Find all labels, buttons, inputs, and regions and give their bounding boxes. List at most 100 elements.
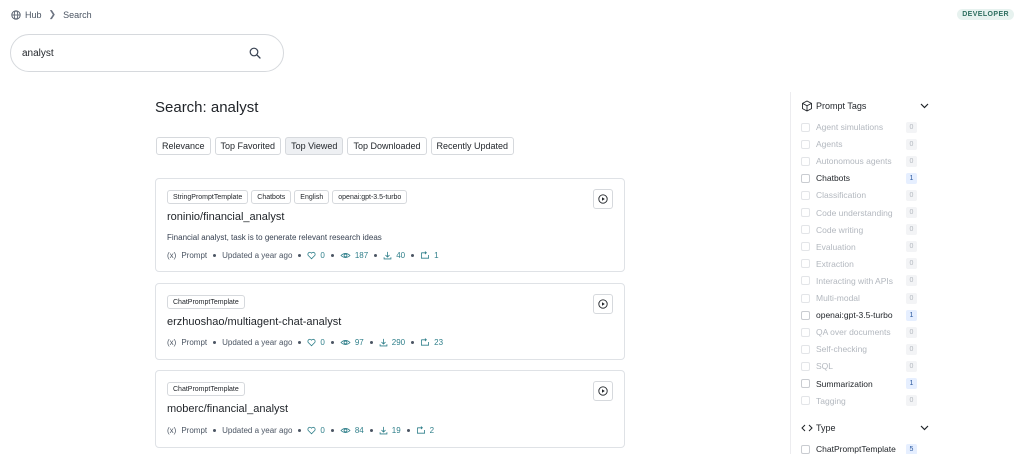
facet-checkbox[interactable] [801,173,810,183]
heart-icon [307,338,316,347]
result-updated: Updated a year ago [222,251,293,260]
likes-count: 0 [320,426,325,435]
tag[interactable]: StringPromptTemplate [167,190,249,204]
search-input[interactable] [22,47,242,59]
open-playground-button[interactable] [593,189,613,209]
sort-tab-top-downloaded[interactable]: Top Downloaded [347,137,427,155]
facet-count: 0 [906,395,917,407]
chevron-down-icon[interactable] [919,422,930,433]
likes-stat[interactable]: 0 [307,251,325,260]
facet-checkbox[interactable] [801,310,810,320]
facet-checkbox[interactable] [801,379,810,388]
facet-label: Multi-modal [816,293,860,303]
facet-label: Agents [816,139,843,150]
result-title[interactable]: roninio/financial_analyst [167,211,284,223]
search-icon[interactable] [249,47,261,59]
tag-list: ChatPromptTemplate [167,382,245,396]
result-title[interactable]: erzhuoshao/multiagent-chat-analyst [167,316,341,328]
tag-facet: Multi-modal 0 [801,292,917,304]
facet-checkbox [801,259,810,269]
likes-stat[interactable]: 0 [307,426,325,435]
tag-facet: Evaluation 0 [801,241,917,253]
tag-facet: Classification 0 [801,189,917,201]
tag-facet: Agent simulations 0 [801,121,917,133]
facet-checkbox [801,396,810,406]
sort-tab-relevance[interactable]: Relevance [156,137,211,155]
tag-facet[interactable]: openai:gpt-3.5-turbo 1 [801,309,917,321]
facet-count: 0 [906,241,917,253]
facet-count: 5 [906,443,917,454]
facet-label: Tagging [816,395,846,406]
tag[interactable]: English [294,190,330,204]
type-facet[interactable]: ChatPromptTemplate 5 [801,443,917,454]
result-card[interactable]: ChatPromptTemplate erzhuoshao/multiagent… [155,283,625,360]
facet-count: 0 [906,292,917,304]
page-title: Search: analyst [155,99,259,116]
facet-checkbox [801,225,810,235]
facet-count: 0 [906,121,917,133]
views-count: 97 [354,338,364,347]
forks-count: 2 [429,426,435,435]
breadcrumb-hub-link[interactable]: Hub [25,10,42,20]
tag[interactable]: Chatbots [251,190,292,204]
facet-count: 0 [906,155,917,167]
prompt-tags-header[interactable]: Prompt Tags [801,100,929,112]
facet-label: QA over documents [816,327,891,338]
facet-label: Classification [816,190,867,201]
sort-tab-top-viewed[interactable]: Top Viewed [285,137,344,155]
result-kind: Prompt [181,251,208,260]
facet-label: Self-checking [816,344,868,355]
downloads-count: 19 [391,426,401,435]
type-header[interactable]: Type [801,422,929,434]
result-card[interactable]: StringPromptTemplate Chatbots English op… [155,178,625,272]
facet-checkbox [801,327,810,337]
result-title[interactable]: moberc/financial_analyst [167,403,288,415]
facet-label: ChatPromptTemplate [816,444,896,454]
downloads-stat: 290 [379,338,405,347]
play-icon [598,386,608,396]
sort-tab-recently-updated[interactable]: Recently Updated [430,137,515,155]
variable-icon: (x) [167,338,177,347]
views-count: 84 [354,426,364,435]
tag-list: ChatPromptTemplate [167,295,245,309]
facet-checkbox [801,276,810,286]
facet-count: 0 [906,275,917,287]
prompt-tags-title: Prompt Tags [816,101,867,111]
chevron-right-icon: ❯ [48,9,57,19]
facet-label: Evaluation [816,241,856,252]
tag-facet[interactable]: Summarization 1 [801,378,917,390]
tag-facet: Code understanding 0 [801,207,917,219]
downloads-count: 290 [391,338,406,347]
facet-count: 0 [906,258,917,270]
breadcrumb: Hub ❯ Search [11,9,92,20]
download-icon [379,338,388,347]
tag-facet[interactable]: Chatbots 1 [801,172,917,184]
variable-icon: (x) [167,426,177,435]
sort-tab-top-favorited[interactable]: Top Favorited [214,137,282,155]
result-meta: (x) Prompt Updated a year ago 0 187 40 1 [167,251,439,260]
open-playground-button[interactable] [593,381,613,401]
breadcrumb-current: Search [63,9,92,20]
open-playground-button[interactable] [593,294,613,314]
top-bar: Hub ❯ Search DEVELOPER [0,0,1024,30]
facet-checkbox[interactable] [801,444,810,454]
likes-stat[interactable]: 0 [307,338,325,347]
tag-facet: Interacting with APIs 0 [801,275,917,287]
variable-icon: (x) [167,251,177,260]
forks-count: 23 [434,338,444,347]
tag[interactable]: openai:gpt-3.5-turbo [332,190,408,204]
facet-count: 1 [906,309,917,321]
result-meta: (x) Prompt Updated a year ago 0 84 19 2 [167,426,434,435]
downloads-count: 40 [396,251,406,260]
fork-icon [416,426,425,434]
download-icon [383,251,392,260]
result-updated: Updated a year ago [222,338,293,347]
result-card[interactable]: ChatPromptTemplate moberc/financial_anal… [155,370,625,448]
play-icon [598,299,608,309]
tag[interactable]: ChatPromptTemplate [167,382,245,396]
forks-stat: 1 [420,251,439,260]
chevron-down-icon[interactable] [919,100,930,111]
forks-count: 1 [434,251,439,260]
facet-count: 0 [906,224,917,236]
tag[interactable]: ChatPromptTemplate [167,295,245,309]
